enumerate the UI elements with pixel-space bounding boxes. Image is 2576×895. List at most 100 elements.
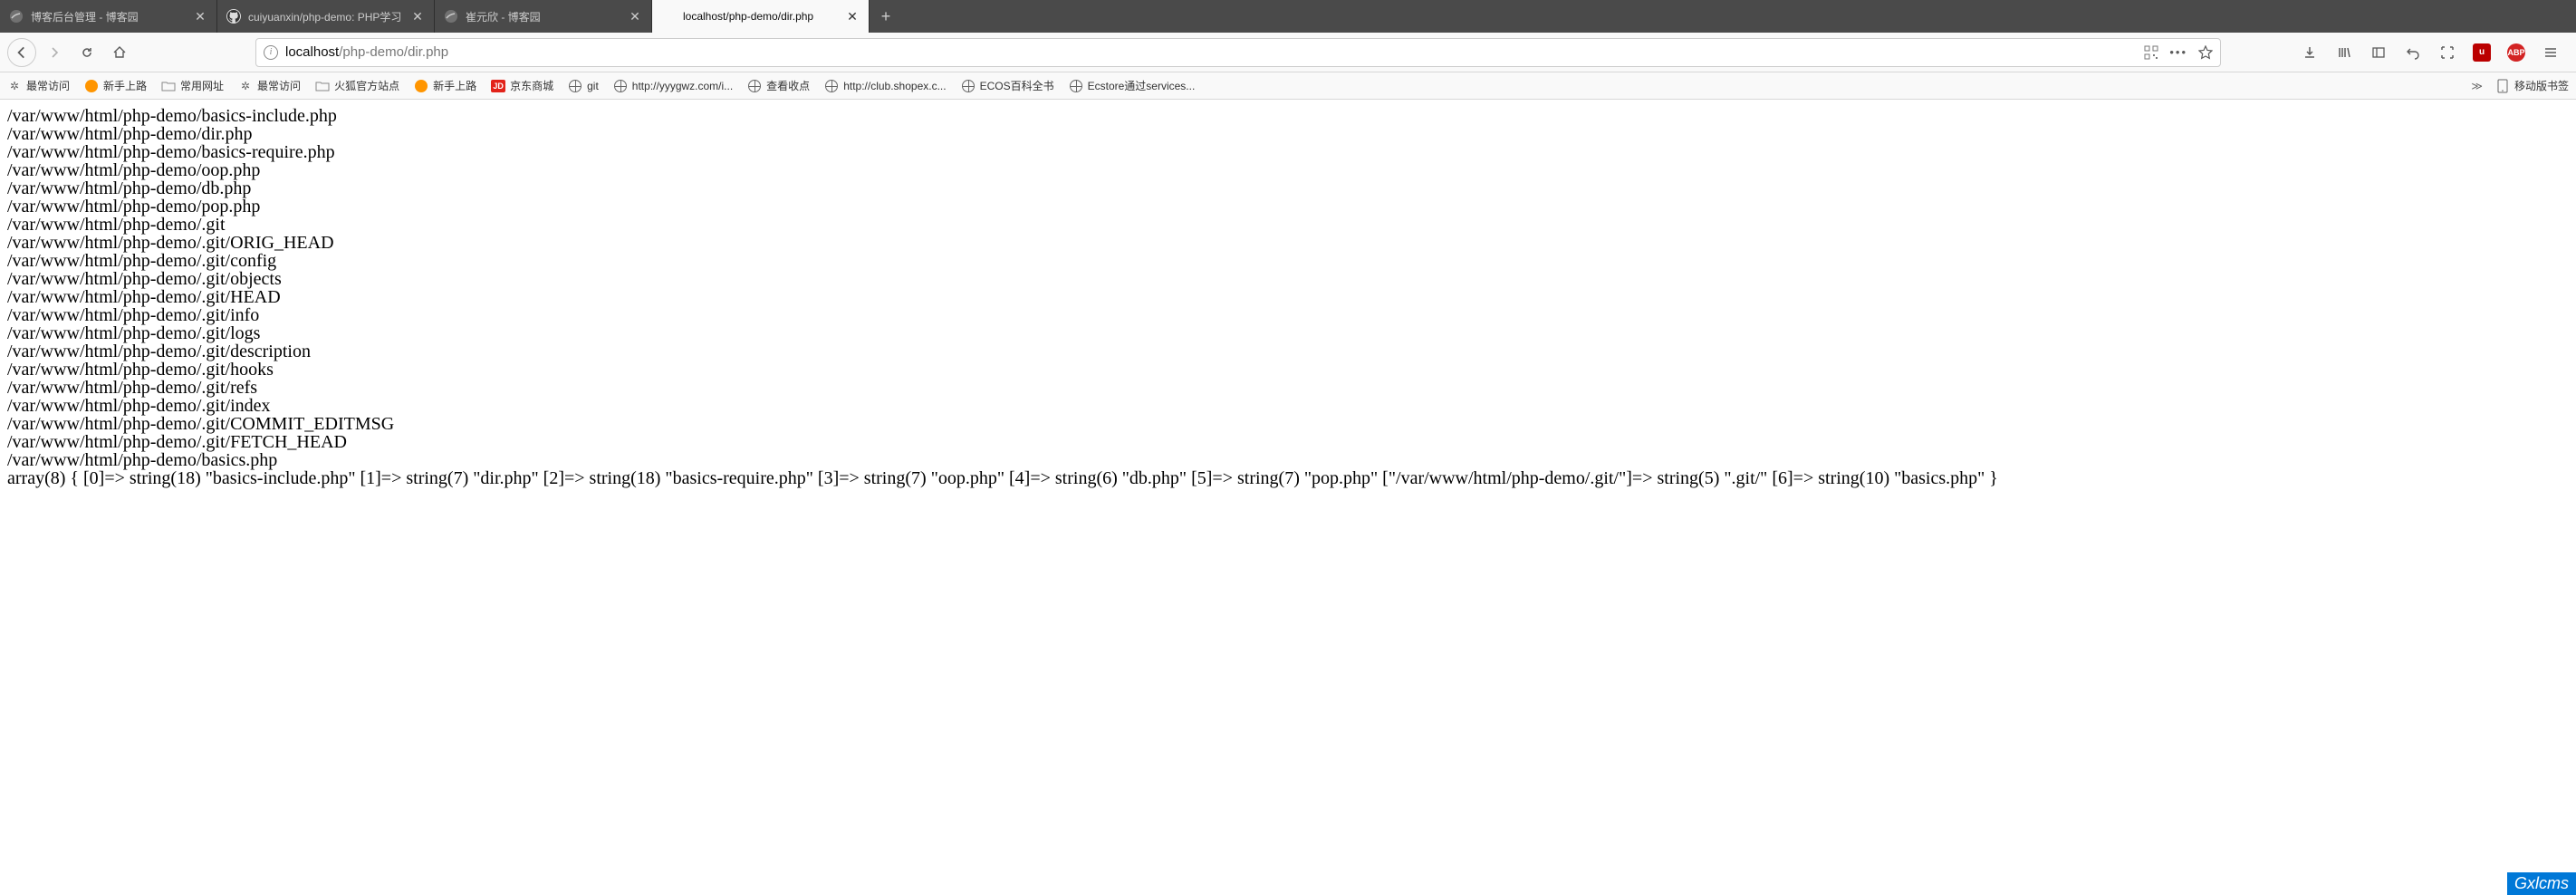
bookmark-item[interactable]: 常用网址: [161, 78, 224, 93]
output-line: /var/www/html/php-demo/pop.php: [7, 197, 2569, 216]
gear-icon: ✲: [7, 79, 22, 93]
reload-button[interactable]: [72, 38, 101, 67]
folder-icon: [161, 79, 176, 93]
bookmark-label: 最常访问: [257, 78, 301, 93]
bookmark-label: http://club.shopex.c...: [843, 80, 946, 92]
page-content: /var/www/html/php-demo/basics-include.ph…: [0, 100, 2576, 495]
output-line: /var/www/html/php-demo/.git/info: [7, 306, 2569, 324]
globe-icon: [613, 79, 628, 93]
bookmark-item[interactable]: 新手上路: [84, 78, 147, 93]
tab-2[interactable]: 崔元欣 - 博客园 ✕: [435, 0, 652, 33]
bookmark-label: 京东商城: [510, 78, 553, 93]
output-line: /var/www/html/php-demo/.git/description: [7, 342, 2569, 361]
mobile-bookmarks[interactable]: 移动版书签: [2495, 78, 2569, 93]
tab-title: localhost/php-demo/dir.php: [683, 10, 838, 23]
tab-bar: 博客后台管理 - 博客园 ✕ cuiyuanxin/php-demo: PHP学…: [0, 0, 2576, 33]
bookmark-item[interactable]: http://club.shopex.c...: [824, 79, 946, 93]
nav-bar: i localhost/php-demo/dir.php ••• u ABP: [0, 33, 2576, 72]
output-line: /var/www/html/php-demo/dir.php: [7, 125, 2569, 143]
output-line: /var/www/html/php-demo/basics.php: [7, 451, 2569, 469]
forward-button[interactable]: [40, 38, 69, 67]
ublock-icon[interactable]: u: [2469, 40, 2494, 65]
globe-icon: [1069, 79, 1083, 93]
bookmark-label: 最常访问: [26, 78, 70, 93]
output-line: /var/www/html/php-demo/.git: [7, 216, 2569, 234]
firefox-icon: [84, 79, 99, 93]
tab-title: 博客后台管理 - 博客园: [31, 9, 186, 24]
github-icon: [226, 9, 241, 24]
output-line: /var/www/html/php-demo/.git/COMMIT_EDITM…: [7, 415, 2569, 433]
gear-icon: ✲: [238, 79, 253, 93]
toolbar-right: u ABP: [2297, 40, 2569, 65]
globe-icon: [568, 79, 582, 93]
page-actions-icon[interactable]: •••: [2169, 45, 2187, 59]
globe-icon: [824, 79, 839, 93]
bookmark-label: 新手上路: [433, 78, 476, 93]
bookmark-item[interactable]: ✲ 最常访问: [7, 78, 70, 93]
watermark: Gxlcms: [2507, 872, 2576, 895]
bookmark-item[interactable]: 火狐官方站点: [315, 78, 399, 93]
bookmark-star-icon[interactable]: [2198, 45, 2213, 60]
tab-3[interactable]: localhost/php-demo/dir.php ✕: [652, 0, 870, 33]
bookmark-label: http://yyygwz.com/i...: [632, 80, 733, 92]
url-text: localhost/php-demo/dir.php: [285, 44, 2137, 60]
cnblogs-icon: [9, 9, 24, 24]
bookmark-label: 新手上路: [103, 78, 147, 93]
undo-button[interactable]: [2400, 40, 2426, 65]
downloads-button[interactable]: [2297, 40, 2322, 65]
bookmark-label: Ecstore通过services...: [1088, 78, 1196, 93]
qr-icon[interactable]: [2144, 45, 2158, 60]
output-line: /var/www/html/php-demo/.git/HEAD: [7, 288, 2569, 306]
bookmark-item[interactable]: 查看收点: [747, 78, 810, 93]
library-button[interactable]: [2331, 40, 2357, 65]
tab-title: 崔元欣 - 博客园: [466, 9, 620, 24]
bookmark-item[interactable]: 新手上路: [414, 78, 476, 93]
output-line: /var/www/html/php-demo/.git/logs: [7, 324, 2569, 342]
output-line: /var/www/html/php-demo/.git/refs: [7, 379, 2569, 397]
home-button[interactable]: [105, 38, 134, 67]
bookmark-item[interactable]: JD 京东商城: [491, 78, 553, 93]
close-icon[interactable]: ✕: [410, 9, 425, 24]
jd-icon: JD: [491, 79, 505, 93]
bookmark-label: ECOS百科全书: [980, 78, 1054, 93]
sidebar-button[interactable]: [2366, 40, 2391, 65]
menu-button[interactable]: [2538, 40, 2563, 65]
var-dump-output: array(8) { [0]=> string(18) "basics-incl…: [7, 469, 2569, 487]
close-icon[interactable]: ✕: [845, 9, 860, 24]
bookmark-item[interactable]: git: [568, 79, 599, 93]
bookmark-label: git: [587, 80, 599, 92]
folder-icon: [315, 79, 330, 93]
bookmark-item[interactable]: ✲ 最常访问: [238, 78, 301, 93]
overflow-chevron-icon[interactable]: ≫: [2471, 80, 2483, 92]
tab-title: cuiyuanxin/php-demo: PHP学习: [248, 9, 403, 24]
globe-icon: [961, 79, 976, 93]
bookmarks-bar: ✲ 最常访问 新手上路 常用网址 ✲ 最常访问 火狐官方站点 新手上路 JD 京东商城 git htt…: [0, 72, 2576, 100]
mobile-icon: [2495, 79, 2510, 93]
page-icon: [661, 9, 676, 24]
info-icon[interactable]: i: [264, 45, 278, 60]
output-line: /var/www/html/php-demo/basics-include.ph…: [7, 107, 2569, 125]
close-icon[interactable]: ✕: [628, 9, 642, 24]
globe-icon: [747, 79, 762, 93]
back-button[interactable]: [7, 38, 36, 67]
tab-0[interactable]: 博客后台管理 - 博客园 ✕: [0, 0, 217, 33]
bookmark-label: 查看收点: [766, 78, 810, 93]
new-tab-button[interactable]: +: [870, 0, 902, 33]
bookmark-item[interactable]: http://yyygwz.com/i...: [613, 79, 733, 93]
output-line: /var/www/html/php-demo/.git/hooks: [7, 361, 2569, 379]
bookmark-item[interactable]: ECOS百科全书: [961, 78, 1054, 93]
cnblogs-icon: [444, 9, 458, 24]
screenshot-button[interactable]: [2435, 40, 2460, 65]
tab-1[interactable]: cuiyuanxin/php-demo: PHP学习 ✕: [217, 0, 435, 33]
bookmark-item[interactable]: Ecstore通过services...: [1069, 78, 1196, 93]
firefox-icon: [414, 79, 428, 93]
adblock-icon[interactable]: ABP: [2504, 40, 2529, 65]
bookmark-label: 常用网址: [180, 78, 224, 93]
output-line: /var/www/html/php-demo/.git/ORIG_HEAD: [7, 234, 2569, 252]
close-icon[interactable]: ✕: [193, 9, 207, 24]
bookmark-label: 火狐官方站点: [334, 78, 399, 93]
output-line: /var/www/html/php-demo/db.php: [7, 179, 2569, 197]
output-line: /var/www/html/php-demo/.git/index: [7, 397, 2569, 415]
url-bar[interactable]: i localhost/php-demo/dir.php •••: [255, 38, 2221, 67]
output-line: /var/www/html/php-demo/.git/objects: [7, 270, 2569, 288]
